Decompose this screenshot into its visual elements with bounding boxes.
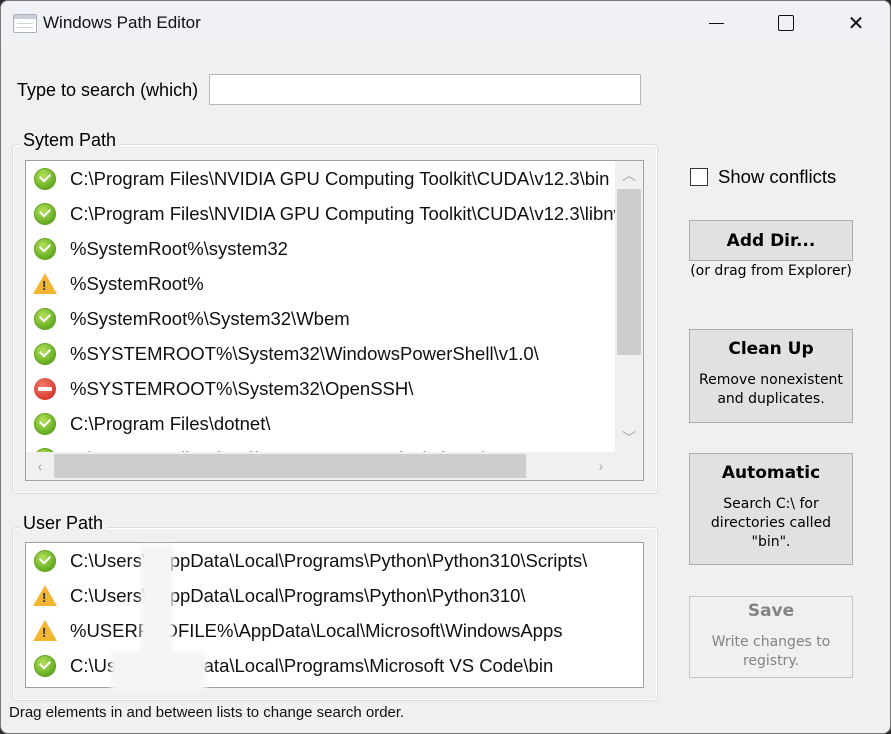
path-text: C:\Program Files\dotnet\ <box>70 412 271 434</box>
maximize-icon <box>778 15 794 31</box>
check-icon <box>34 307 56 330</box>
error-icon <box>34 377 56 400</box>
show-conflicts-label: Show conflicts <box>718 166 837 187</box>
minimize-button[interactable] <box>681 1 751 45</box>
scroll-left-icon[interactable]: ‹ <box>26 452 54 480</box>
check-icon <box>34 654 56 677</box>
user-path-label: User Path <box>19 513 108 534</box>
vertical-scrollbar[interactable]: ︿ ﹀ <box>615 161 643 452</box>
check-icon <box>34 237 56 260</box>
system-path-rows: C:\Program Files\NVIDIA GPU Computing To… <box>26 161 615 452</box>
close-icon: ✕ <box>847 12 865 35</box>
save-description: Write changes to registry. <box>711 634 831 669</box>
warning-icon <box>33 585 57 606</box>
check-icon <box>34 342 56 365</box>
path-text: C:\Program Files\NVIDIA GPU Computing To… <box>70 167 610 189</box>
path-text: %SystemRoot% <box>70 272 204 294</box>
title-bar[interactable]: Windows Path Editor ✕ <box>1 1 890 45</box>
vertical-scroll-thumb[interactable] <box>617 189 641 355</box>
path-list-item[interactable]: %SystemRoot% <box>26 266 615 301</box>
check-icon <box>34 549 56 572</box>
redaction <box>141 546 173 661</box>
path-list-item[interactable]: C:\Users\ \AppData\Local\Programs\Python… <box>26 543 643 578</box>
warning-icon <box>33 273 57 294</box>
system-path-list[interactable]: C:\Program Files\NVIDIA GPU Computing To… <box>25 160 644 481</box>
path-text: %SystemRoot%\System32\Wbem <box>70 307 350 329</box>
path-text: %SystemRoot%\system32 <box>70 237 288 259</box>
status-bar-text: Drag elements in and between lists to ch… <box>9 704 405 721</box>
app-icon <box>13 14 37 33</box>
horizontal-scrollbar[interactable]: ‹ › <box>26 452 615 480</box>
minimize-icon <box>708 22 724 24</box>
window-title: Windows Path Editor <box>43 13 201 32</box>
app-window: Windows Path Editor ✕ Type to search (wh… <box>0 0 891 734</box>
clean-up-button[interactable]: Clean Up Remove nonexistent and duplicat… <box>689 329 853 423</box>
path-list-item[interactable]: C:\Program Files\NVIDIA GPU Computing To… <box>26 161 615 196</box>
search-label: Type to search (which) <box>17 80 199 100</box>
search-input[interactable] <box>209 74 641 105</box>
scroll-up-icon[interactable]: ︿ <box>615 161 643 189</box>
automatic-description: Search C:\ for directories called "bin". <box>710 496 832 550</box>
automatic-title: Automatic <box>721 463 821 483</box>
check-icon <box>34 202 56 225</box>
system-path-label: Sytem Path <box>19 130 121 151</box>
maximize-button[interactable] <box>751 1 821 45</box>
add-dir-label: Add Dir... <box>726 231 816 251</box>
add-dir-button[interactable]: Add Dir... <box>689 220 853 261</box>
scroll-down-icon[interactable]: ﹀ <box>615 424 643 452</box>
path-list-item[interactable]: C:\Users\ \AppData\Local\Programs\Python… <box>26 578 643 613</box>
scroll-right-icon[interactable]: › <box>587 452 615 480</box>
check-icon <box>34 412 56 435</box>
path-list-item[interactable]: %SYSTEMROOT%\System32\OpenSSH\ <box>26 371 615 406</box>
path-text: C:\Program Files\NVIDIA GPU Computing To… <box>70 202 615 224</box>
path-text: %SYSTEMROOT%\System32\WindowsPowerShell\… <box>70 342 539 364</box>
add-dir-hint: (or drag from Explorer) <box>690 263 852 279</box>
path-list-item[interactable]: %SystemRoot%\System32\Wbem <box>26 301 615 336</box>
path-text: %SYSTEMROOT%\System32\OpenSSH\ <box>70 377 414 399</box>
scroll-corner <box>615 452 643 480</box>
path-list-item[interactable]: %SystemRoot%\system32 <box>26 231 615 266</box>
path-list-item[interactable]: %SYSTEMROOT%\System32\WindowsPowerShell\… <box>26 336 615 371</box>
path-list-item[interactable]: %USERPROFILE%\AppData\Local\Microsoft\Wi… <box>26 613 643 648</box>
show-conflicts-checkbox[interactable] <box>690 168 708 186</box>
clean-up-description: Remove nonexistent and duplicates. <box>699 372 843 407</box>
show-conflicts-toggle[interactable]: Show conflicts <box>690 166 836 188</box>
close-button[interactable]: ✕ <box>821 1 890 45</box>
check-icon <box>34 167 56 190</box>
horizontal-scroll-thumb[interactable] <box>54 454 526 478</box>
redaction <box>111 651 206 691</box>
path-list-item[interactable]: C:\Program Files\dotnet\ <box>26 406 615 441</box>
path-text: C:\Users\ \AppData\Local\Programs\Python… <box>70 584 526 606</box>
save-title: Save <box>747 601 795 621</box>
path-list-item[interactable]: C:\Program Files (x86)\NVIDIA Corporatio… <box>26 441 615 452</box>
path-list-item[interactable]: C:\Program Files\NVIDIA GPU Computing To… <box>26 196 615 231</box>
warning-icon <box>33 620 57 641</box>
clean-up-title: Clean Up <box>728 339 814 359</box>
automatic-button[interactable]: Automatic Search C:\ for directories cal… <box>689 453 853 565</box>
save-button[interactable]: Save Write changes to registry. <box>689 596 853 678</box>
